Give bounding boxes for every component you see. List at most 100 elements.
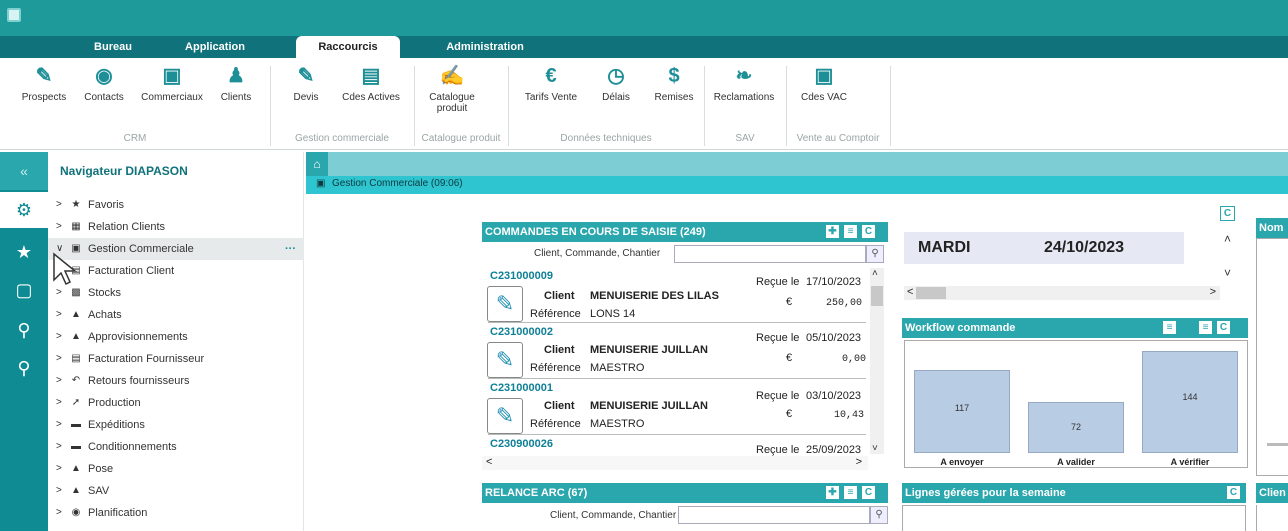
ribbon-reclamations-button[interactable]: ❧ Reclamations bbox=[712, 64, 776, 103]
nav-item-sav[interactable]: > ▲ SAV bbox=[48, 480, 304, 502]
chevron-up-icon[interactable]: ˄ bbox=[872, 268, 878, 279]
ribbon-cdes-vac-button[interactable]: ▣ Cdes VAC bbox=[796, 64, 852, 103]
ribbon-devis-button[interactable]: ✎ Devis bbox=[286, 64, 326, 103]
pencil-icon[interactable]: ✎ bbox=[487, 342, 523, 378]
nav-item-planification[interactable]: > ◉ Planification bbox=[48, 502, 304, 524]
ribbon-remises-button[interactable]: $ Remises bbox=[650, 64, 698, 103]
ribbon-label: Remises bbox=[654, 92, 694, 103]
ribbon-label: Commerciaux bbox=[141, 92, 203, 103]
star-icon[interactable]: ★ bbox=[0, 234, 48, 270]
chevron-left-icon[interactable]: < bbox=[907, 286, 913, 298]
invoice-icon: ▤ bbox=[71, 353, 81, 364]
menu-bar: Bureau Application Raccourcis Administra… bbox=[0, 36, 1288, 58]
refresh-icon[interactable]: C bbox=[861, 224, 876, 239]
nav-item-achats[interactable]: > ▲ Achats bbox=[48, 304, 304, 326]
chart-bar[interactable] bbox=[1142, 351, 1238, 453]
client-label: Client bbox=[544, 290, 575, 302]
menu-tab-administration[interactable]: Administration bbox=[430, 36, 540, 58]
nav-item-expeditions[interactable]: > ▬ Expéditions bbox=[48, 414, 304, 436]
add-icon[interactable]: ✚ bbox=[825, 485, 840, 500]
ribbon-label: Contacts bbox=[84, 92, 124, 103]
pencil-icon[interactable]: ✎ bbox=[487, 398, 523, 434]
chevron-right-icon: > bbox=[56, 199, 62, 210]
subtab-gestion-commerciale[interactable]: ▣ Gestion Commerciale (09:06) bbox=[306, 176, 1288, 194]
day-name: MARDI bbox=[918, 239, 971, 256]
nav-item-facturation-fournisseur[interactable]: > ▤ Facturation Fournisseur bbox=[48, 348, 304, 370]
chevron-down-icon[interactable]: ˅ bbox=[1224, 266, 1231, 280]
ribbon-catalogue-button[interactable]: ✍ Catalogue produit bbox=[420, 64, 484, 114]
nav-item-conditionnements[interactable]: > ▬ Conditionnements bbox=[48, 436, 304, 458]
order-code[interactable]: C231000009 bbox=[490, 270, 553, 282]
chevron-right-icon[interactable]: > bbox=[856, 456, 862, 468]
refresh-icon[interactable]: C bbox=[861, 485, 876, 500]
more-icon[interactable]: ··· bbox=[285, 238, 296, 260]
gear-icon[interactable]: ⚙ bbox=[0, 192, 48, 228]
ribbon-delais-button[interactable]: ◷ Délais bbox=[596, 64, 636, 103]
home-icon[interactable]: ⌂ bbox=[306, 152, 328, 176]
scroll-thumb[interactable] bbox=[1267, 443, 1288, 446]
refresh-icon[interactable]: C bbox=[1226, 485, 1241, 500]
chart-icon[interactable] bbox=[1180, 320, 1195, 335]
ribbon-prospects-button[interactable]: ✎ Prospects bbox=[20, 64, 68, 103]
ribbon-tarifs-vente-button[interactable]: € Tarifs Vente bbox=[520, 64, 582, 103]
ribbon-commerciaux-button[interactable]: ▣ Commerciaux bbox=[140, 64, 204, 103]
list-icon[interactable]: ≡ bbox=[843, 485, 858, 500]
search-icon[interactable]: ⚲ bbox=[866, 245, 884, 263]
date-hscrollbar[interactable]: < > bbox=[904, 286, 1220, 300]
nav-item-gestion-commerciale[interactable]: ∨ ▣ Gestion Commerciale ··· bbox=[48, 238, 304, 260]
chevron-right-icon: > bbox=[56, 221, 62, 232]
commandes-search-input[interactable] bbox=[674, 245, 866, 263]
scroll-thumb[interactable] bbox=[916, 287, 946, 299]
refresh-icon[interactable]: C bbox=[1220, 206, 1235, 221]
app-icon[interactable] bbox=[7, 8, 21, 22]
order-amount: 0,00 bbox=[842, 354, 867, 365]
nav-item-label: Achats bbox=[88, 309, 122, 321]
menu-tab-bureau[interactable]: Bureau bbox=[68, 36, 158, 58]
ribbon-contacts-button[interactable]: ◉ Contacts bbox=[82, 64, 126, 103]
refresh-icon[interactable]: C bbox=[1216, 320, 1231, 335]
commandes-scrollbar[interactable]: ˄ ˅ bbox=[870, 268, 884, 454]
commandes-hscrollbar[interactable]: < > bbox=[482, 456, 868, 470]
nav-item-production[interactable]: > ➚ Production bbox=[48, 392, 304, 414]
search-icon[interactable]: ⚲ bbox=[0, 312, 48, 348]
reference-label: Référence bbox=[530, 418, 581, 430]
nav-item-relation-clients[interactable]: > ▦ Relation Clients bbox=[48, 216, 304, 238]
chevron-left-icon[interactable]: < bbox=[486, 456, 492, 468]
menu-tab-raccourcis[interactable]: Raccourcis bbox=[296, 36, 400, 58]
nav-item-stocks[interactable]: > ▩ Stocks bbox=[48, 282, 304, 304]
nav-item-pose[interactable]: > ▲ Pose bbox=[48, 458, 304, 480]
nav-item-retours-fournisseurs[interactable]: > ↶ Retours fournisseurs bbox=[48, 370, 304, 392]
table-icon[interactable]: ≡ bbox=[1162, 320, 1177, 335]
pencil-icon[interactable]: ✎ bbox=[487, 286, 523, 322]
group-label-sav: SAV bbox=[735, 133, 755, 144]
chevron-right-icon[interactable]: > bbox=[1210, 286, 1216, 298]
client-label: Client bbox=[544, 344, 575, 356]
ribbon-cdes-actives-button[interactable]: ▤ Cdes Actives bbox=[336, 64, 406, 103]
group-label-crm: CRM bbox=[123, 133, 147, 144]
advanced-search-icon[interactable]: ⚲ bbox=[0, 350, 48, 386]
nav-item-approvisionnements[interactable]: > ▲ Approvisionnements bbox=[48, 326, 304, 348]
handshake-icon: ✎ bbox=[35, 65, 53, 87]
factory-icon: ▲ bbox=[71, 309, 81, 320]
hammer-icon: ➚ bbox=[71, 397, 81, 408]
order-code[interactable]: C231000001 bbox=[490, 382, 553, 394]
collapse-icon[interactable]: « bbox=[0, 152, 48, 190]
scroll-thumb[interactable] bbox=[871, 286, 883, 306]
list-icon[interactable]: ≡ bbox=[1198, 320, 1213, 335]
order-code[interactable]: C230900026 bbox=[490, 438, 553, 450]
nav-item-favoris[interactable]: > ★ Favoris bbox=[48, 194, 304, 216]
list-icon[interactable]: ≡ bbox=[843, 224, 858, 239]
relance-search-input[interactable] bbox=[678, 506, 870, 524]
chevron-down-icon[interactable]: ˅ bbox=[872, 443, 878, 454]
chevron-up-icon[interactable]: ˄ bbox=[1224, 232, 1231, 246]
relance-panel-title: RELANCE ARC (67) bbox=[482, 483, 822, 503]
chevron-right-icon: > bbox=[56, 419, 62, 430]
nav-item-facturation-client[interactable]: ▤ Facturation Client bbox=[48, 260, 304, 282]
menu-tab-application[interactable]: Application bbox=[170, 36, 260, 58]
add-icon[interactable]: ✚ bbox=[825, 224, 840, 239]
monitor-icon[interactable]: ▢ bbox=[0, 272, 48, 308]
order-code[interactable]: C231000002 bbox=[490, 326, 553, 338]
nav-item-label: SAV bbox=[88, 485, 110, 497]
ribbon-clients-button[interactable]: ♟ Clients bbox=[214, 64, 258, 103]
search-icon[interactable]: ⚲ bbox=[870, 506, 888, 524]
